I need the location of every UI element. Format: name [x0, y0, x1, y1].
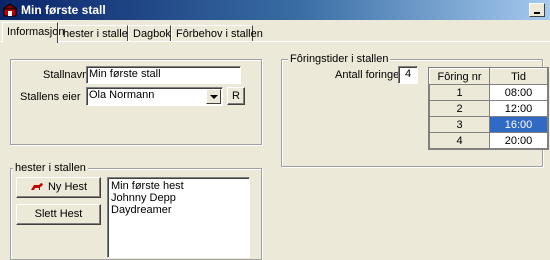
stable-owner-select[interactable]: Ola Normann	[86, 87, 223, 106]
column-header-nr[interactable]: Fôring nr	[429, 68, 490, 85]
title-bar: Min første stall	[0, 0, 550, 20]
horses-legend: hester i stallen	[13, 162, 88, 174]
horse-icon	[30, 183, 43, 191]
feeding-count-label: Antall foringer	[335, 69, 403, 81]
list-item[interactable]: Daydreamer	[111, 204, 246, 216]
horse-list[interactable]: Min første hest Johnny Depp Daydreamer	[107, 177, 250, 258]
feeding-time-cell[interactable]: 08:00	[489, 84, 548, 101]
new-horse-button[interactable]: Ny Hest	[16, 177, 101, 198]
tab-informasjon[interactable]: Informasjon	[2, 22, 64, 43]
table-row[interactable]: 3 16:00	[429, 116, 548, 133]
feeding-nr-cell: 1	[429, 84, 490, 101]
tab-forbehov-i-stallen[interactable]: Fôrbehov i stallen	[171, 25, 263, 42]
tab-hester-i-stallen[interactable]: hester i stallen	[58, 25, 134, 42]
minimize-button[interactable]	[529, 3, 545, 17]
table-row[interactable]: 2 12:00	[429, 100, 548, 117]
stable-name-label: Stallnavn	[43, 69, 89, 81]
feeding-time-cell-selected[interactable]: 16:00	[489, 116, 548, 133]
feeding-times-table: Fôring nr Tid 1 08:00 2 12:00 3 16:00 4 …	[428, 67, 549, 150]
table-row[interactable]: 4 20:00	[429, 132, 548, 149]
feeding-time-cell[interactable]: 12:00	[489, 100, 548, 117]
feeding-nr-cell: 2	[429, 100, 490, 117]
list-item[interactable]: Johnny Depp	[111, 192, 246, 204]
r-button[interactable]: R	[227, 87, 245, 105]
column-header-time[interactable]: Tid	[489, 68, 548, 85]
new-horse-label: Ny Hest	[47, 181, 88, 193]
chevron-down-icon[interactable]	[206, 89, 221, 104]
delete-horse-button[interactable]: Slett Hest	[16, 204, 101, 225]
stable-owner-value: Ola Normann	[89, 89, 155, 101]
feeding-nr-cell: 4	[429, 132, 490, 149]
feeding-count-input[interactable]: 4	[398, 66, 418, 84]
feeding-nr-cell: 3	[429, 116, 490, 133]
feeding-times-legend: Fôringstider i stallen	[288, 53, 391, 65]
stable-owner-label: Stallens eier	[20, 91, 81, 103]
stable-name-input[interactable]: Min første stall	[86, 66, 241, 84]
feeding-time-cell[interactable]: 20:00	[489, 132, 548, 149]
stable-app-icon	[3, 3, 17, 17]
table-row[interactable]: 1 08:00	[429, 84, 548, 101]
minimize-icon	[534, 12, 540, 14]
tab-dagbok[interactable]: Dagbok	[128, 25, 171, 42]
tab-strip: Informasjon hester i stallen Dagbok Fôrb…	[0, 22, 550, 43]
window-title: Min første stall	[21, 3, 106, 17]
list-item[interactable]: Min første hest	[111, 180, 246, 192]
